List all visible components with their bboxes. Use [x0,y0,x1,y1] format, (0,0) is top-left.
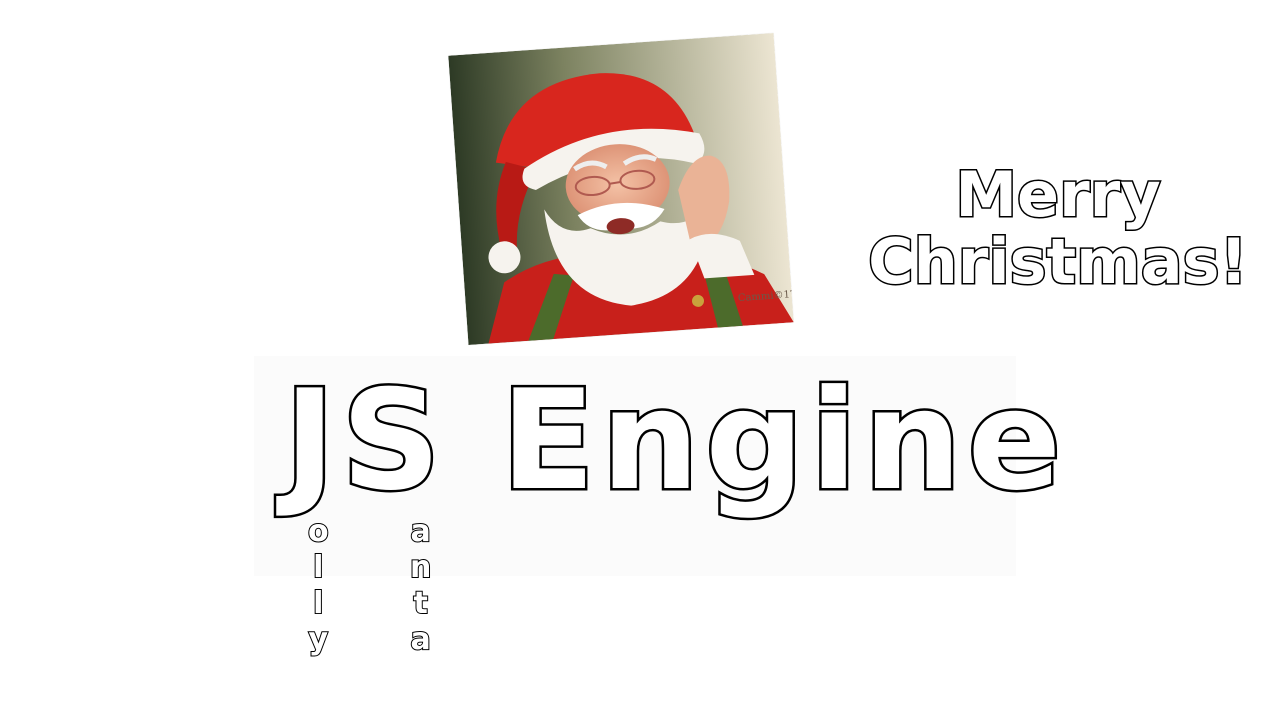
santa-image: Cammi©17 [448,32,794,346]
greeting-line-1: Merry [954,158,1162,231]
acrostic-letter: a [410,621,432,658]
acrostic-letter: t [412,585,428,622]
acrostic-jolly: o l l y [307,513,330,658]
slide-title: JS Engine [281,360,1068,521]
acrostic-santa: a n t a [409,513,432,658]
acrostic-letter: o [307,513,330,550]
acrostic-letter: l [312,585,324,622]
greeting-text: Merry Christmas! [867,158,1250,298]
acrostic-letter: a [410,513,432,550]
acrostic-letter: y [308,621,330,658]
santa-illustration: Cammi©17 [448,32,794,346]
acrostic-letter: l [312,549,324,586]
acrostic-letter: n [409,549,432,586]
greeting-line-2: Christmas! [867,224,1250,298]
